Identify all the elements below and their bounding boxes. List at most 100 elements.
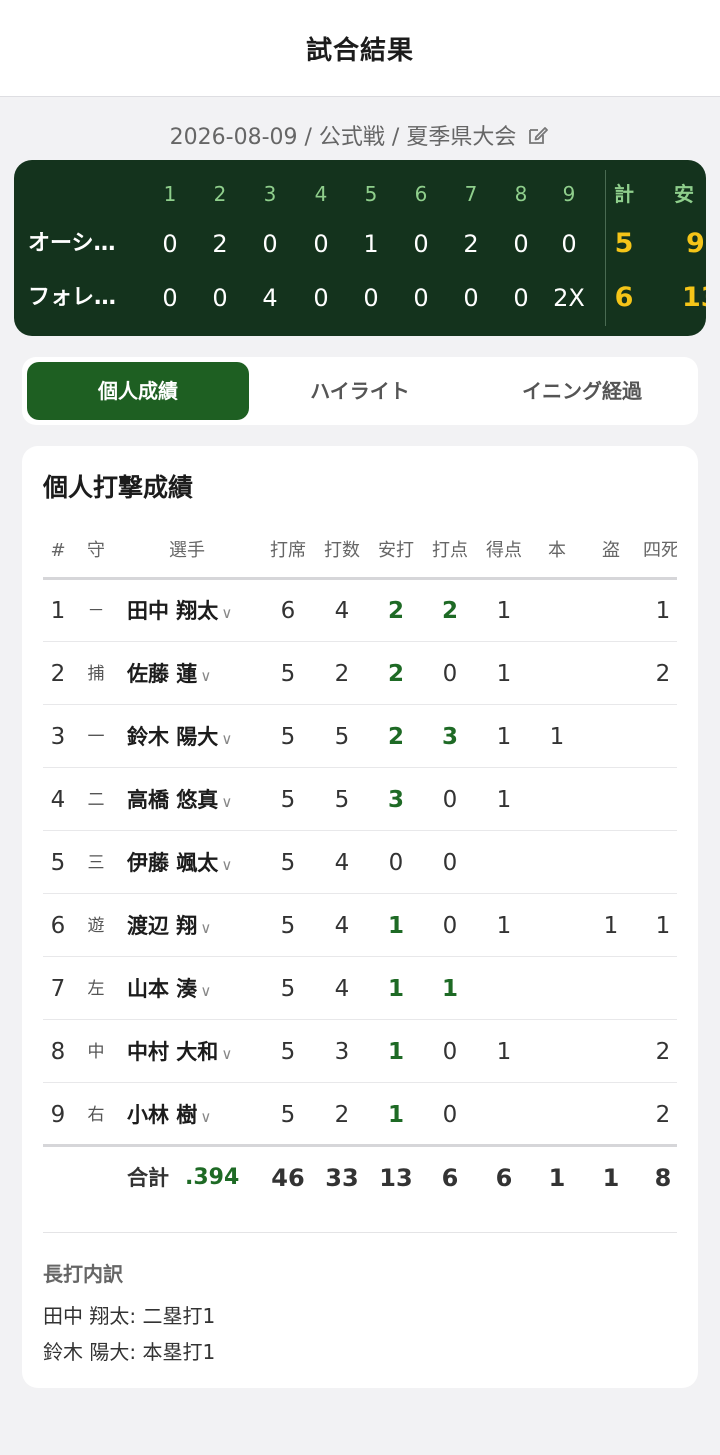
- inning-score: 0: [262, 230, 278, 258]
- walks-hbp: [643, 769, 677, 831]
- hits: 1: [387, 976, 404, 1002]
- at-bats: 4: [334, 850, 350, 876]
- player-name-dropdown[interactable]: 高橋 悠真 ∨: [127, 769, 265, 831]
- total-runs-label: 計: [614, 182, 634, 206]
- tab-individual-stats[interactable]: 個人成績: [27, 362, 249, 420]
- player-name: 佐藤 蓮: [127, 662, 198, 686]
- player-name-dropdown[interactable]: 小林 樹 ∨: [127, 1084, 265, 1146]
- inning-1-label: 1: [163, 182, 177, 206]
- fielding-position: 右: [87, 1105, 105, 1125]
- inning-score: 0: [162, 284, 178, 312]
- player-name-dropdown[interactable]: 鈴木 陽大 ∨: [127, 706, 265, 768]
- total-home-runs: 1: [548, 1164, 566, 1192]
- runs: [481, 1084, 527, 1146]
- team-name: オーシ…: [28, 231, 116, 256]
- edit-icon[interactable]: [526, 123, 550, 147]
- table-row: 5 三 伊藤 颯太 ∨ 5 4 0 0: [43, 832, 677, 894]
- rbi: 0: [442, 1102, 458, 1128]
- runs: 1: [496, 724, 512, 750]
- plate-appearances: 5: [280, 724, 296, 750]
- column-header: 打数: [324, 540, 360, 561]
- player-name-dropdown[interactable]: 渡辺 翔 ∨: [127, 895, 265, 957]
- section-divider: [43, 1232, 677, 1233]
- inning-score: 0: [413, 230, 429, 258]
- chevron-down-icon: ∨: [200, 667, 212, 685]
- home-runs: [537, 580, 577, 642]
- total-at-bats: 33: [325, 1164, 359, 1192]
- stolen-bases: [591, 706, 631, 768]
- table-row: 1 － 田中 翔太 ∨ 6 4 2 2 1 1: [43, 580, 677, 642]
- player-name-dropdown[interactable]: 伊藤 颯太 ∨: [127, 832, 265, 894]
- at-bats: 5: [334, 787, 350, 813]
- rbi: 1: [441, 976, 458, 1002]
- team-name: フォレ…: [28, 285, 117, 310]
- team-total-hits: 13: [682, 282, 706, 313]
- player-name: 渡辺 翔: [127, 914, 198, 938]
- total-walks-hbp: 8: [654, 1164, 672, 1192]
- fielding-position: 左: [87, 979, 105, 999]
- walks-hbp: 2: [655, 661, 671, 687]
- inning-score: 0: [313, 230, 329, 258]
- batting-table[interactable]: # 守 選手 打席 打数 安打 打点 得点 本 盗 四死 1 － 田中 翔太 ∨ …: [43, 522, 677, 1202]
- batting-order: 1: [50, 598, 66, 624]
- player-name: 中村 大和: [127, 1040, 219, 1064]
- runs: [481, 832, 527, 894]
- table-total-row: 合計 .394 46 33 13 6 6 1 1 8: [43, 1144, 677, 1202]
- player-name-dropdown[interactable]: 山本 湊 ∨: [127, 958, 265, 1020]
- chevron-down-icon: ∨: [221, 1045, 233, 1063]
- fielding-position: 二: [87, 790, 105, 810]
- extra-base-hits-title: 長打内訳: [43, 1262, 123, 1286]
- player-name: 鈴木 陽大: [127, 725, 219, 749]
- plate-appearances: 6: [280, 598, 296, 624]
- total-rbi: 6: [441, 1164, 459, 1192]
- total-hits-label: 安: [674, 182, 694, 206]
- table-row: 4 二 高橋 悠真 ∨ 5 5 3 0 1: [43, 769, 677, 831]
- inning-score: 0: [463, 284, 479, 312]
- walks-hbp: 1: [655, 913, 671, 939]
- player-name-dropdown[interactable]: 中村 大和 ∨: [127, 1021, 265, 1083]
- rbi: 0: [442, 661, 458, 687]
- inning-3-label: 3: [263, 182, 277, 206]
- walks-hbp: [643, 706, 677, 768]
- fielding-position: 遊: [87, 916, 105, 936]
- home-runs: [537, 958, 577, 1020]
- inning-score: 0: [313, 284, 329, 312]
- inning-9-label: 9: [562, 182, 576, 206]
- inning-2-label: 2: [213, 182, 227, 206]
- chevron-down-icon: ∨: [200, 982, 212, 1000]
- team-total-runs: 6: [614, 282, 634, 313]
- table-header-row: # 守 選手 打席 打数 安打 打点 得点 本 盗 四死: [43, 522, 677, 580]
- at-bats: 5: [334, 724, 350, 750]
- inning-4-label: 4: [314, 182, 328, 206]
- inning-score: 2: [212, 230, 228, 258]
- table-row: 9 右 小林 樹 ∨ 5 2 1 0 2: [43, 1084, 677, 1146]
- home-runs: [537, 769, 577, 831]
- hits: 1: [387, 1102, 404, 1128]
- tab-highlights[interactable]: ハイライト: [249, 362, 471, 420]
- hits: 2: [387, 724, 404, 750]
- plate-appearances: 5: [280, 1039, 296, 1065]
- hits: 2: [387, 661, 404, 687]
- player-name: 小林 樹: [127, 1103, 198, 1127]
- fielding-position: 捕: [87, 664, 105, 684]
- inning-score: 1: [363, 230, 379, 258]
- walks-hbp: 2: [655, 1102, 671, 1128]
- plate-appearances: 5: [280, 913, 296, 939]
- inning-5-label: 5: [364, 182, 378, 206]
- at-bats: 4: [334, 913, 350, 939]
- stolen-bases: [591, 1021, 631, 1083]
- inning-score: 0: [212, 284, 228, 312]
- player-name: 田中 翔太: [127, 599, 219, 623]
- at-bats: 2: [334, 1102, 350, 1128]
- inning-score: 0: [413, 284, 429, 312]
- walks-hbp: 1: [655, 598, 671, 624]
- player-name-dropdown[interactable]: 佐藤 蓮 ∨: [127, 643, 265, 705]
- player-name-dropdown[interactable]: 田中 翔太 ∨: [127, 580, 265, 642]
- walks-hbp: 2: [655, 1039, 671, 1065]
- walks-hbp: [643, 958, 677, 1020]
- table-row: 3 一 鈴木 陽大 ∨ 5 5 2 3 1 1: [43, 706, 677, 768]
- batting-order: 8: [50, 1039, 66, 1065]
- runs: 1: [496, 598, 512, 624]
- extra-base-hit-item: 田中 翔太: 二塁打1: [43, 1304, 216, 1328]
- tab-inning-progress[interactable]: イニング経過: [471, 362, 693, 420]
